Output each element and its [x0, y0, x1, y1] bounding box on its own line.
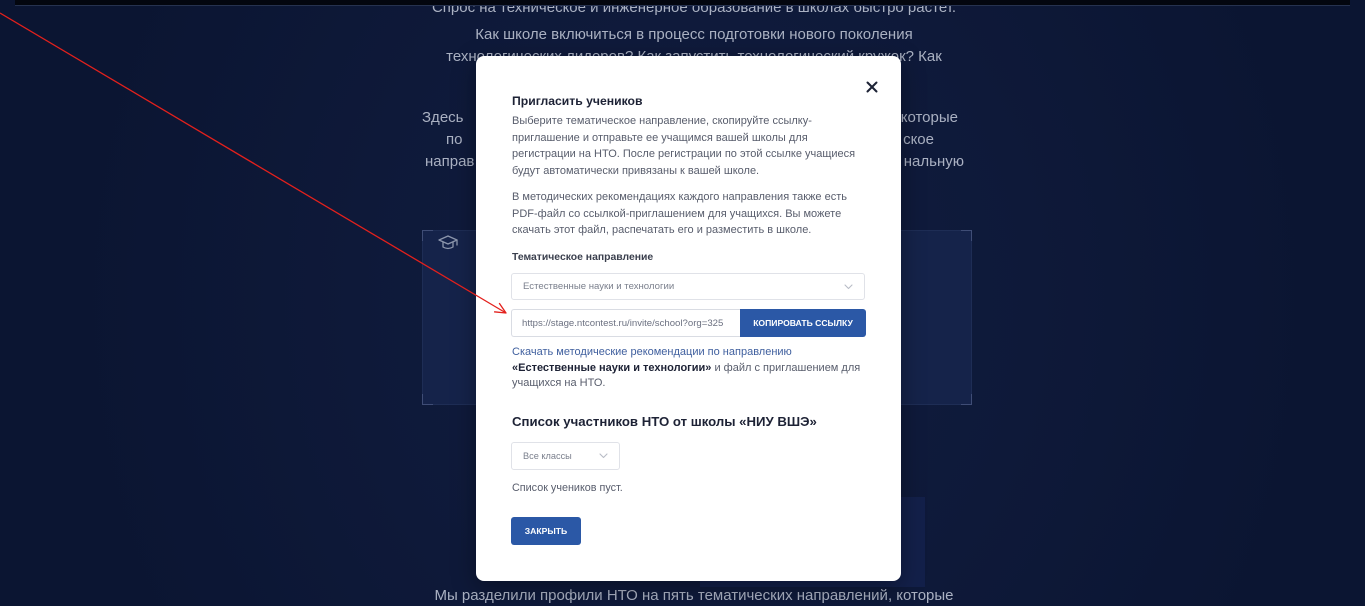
- intro-line: Как школе включиться в процесс подготовк…: [475, 26, 913, 43]
- text-line: регистрации на НТО. После регистрации по…: [512, 148, 856, 160]
- empty-list-text: Список учеников пуст.: [512, 482, 623, 494]
- profiles-intro-line: Мы разделили профили НТО на пять тематич…: [434, 587, 954, 604]
- paragraph-fragment-left: направ: [425, 153, 475, 170]
- close-icon[interactable]: [866, 81, 878, 93]
- graduation-cap-icon: [438, 234, 458, 252]
- paragraph-fragment-right: которые: [900, 109, 958, 126]
- text-line: В методических рекомендациях каждого нап…: [512, 191, 847, 203]
- paragraph-fragment-left: по: [446, 131, 463, 148]
- header-bar: [15, 0, 1350, 6]
- card-corner: [422, 394, 433, 405]
- card-corner: [422, 230, 433, 241]
- card-corner: [961, 230, 972, 241]
- class-select-value: Все классы: [523, 451, 572, 461]
- close-button[interactable]: ЗАКРЫТЬ: [511, 517, 581, 545]
- copy-link-button[interactable]: КОПИРОВАТЬ ССЫЛКУ: [740, 309, 866, 337]
- download-guidelines: Скачать методические рекомендации по нап…: [512, 345, 860, 392]
- chevron-down-icon: [599, 453, 608, 459]
- paragraph-fragment-right: ское: [903, 131, 934, 148]
- paragraph-fragment-right: нальную: [903, 153, 964, 170]
- chevron-down-icon: [844, 283, 853, 290]
- direction-label: Тематическое направление: [512, 252, 654, 263]
- text-line: Выберите тематическое направление, скопи…: [512, 115, 812, 127]
- text-line: учащихся на НТО.: [512, 377, 606, 390]
- download-guidelines-link[interactable]: Скачать методические рекомендации по нап…: [512, 345, 860, 361]
- pdf-info-text: В методических рекомендациях каждого нап…: [512, 189, 847, 239]
- text-fragment: и файл с приглашением для: [711, 361, 861, 374]
- paragraph-fragment-left: Здесь: [422, 109, 464, 126]
- invite-link-input[interactable]: [511, 309, 740, 337]
- text-line: будут автоматически привязаны к вашей шк…: [512, 164, 760, 177]
- text-line: «Естественные науки и технологии» и файл…: [512, 361, 860, 377]
- card-corner: [961, 394, 972, 405]
- modal-title: Пригласить учеников: [512, 94, 643, 108]
- text-line: PDF-файл со ссылкой-приглашением для уча…: [512, 207, 842, 220]
- direction-select-value: Естественные науки и технологии: [523, 281, 675, 292]
- class-select[interactable]: Все классы: [511, 442, 620, 470]
- text-line: скачать этот файл, распечатать его и раз…: [512, 224, 812, 236]
- instructions-text: Выберите тематическое направление, скопи…: [512, 113, 855, 179]
- participants-title: Список участников НТО от школы «НИУ ВШЭ»: [512, 414, 817, 429]
- text-line: приглашение и отправьте ее учащимся ваше…: [512, 131, 808, 144]
- invite-students-modal: Пригласить учеников Выберите тематическо…: [476, 56, 901, 581]
- direction-select[interactable]: Естественные науки и технологии: [511, 273, 865, 300]
- direction-name: «Естественные науки и технологии»: [512, 361, 712, 374]
